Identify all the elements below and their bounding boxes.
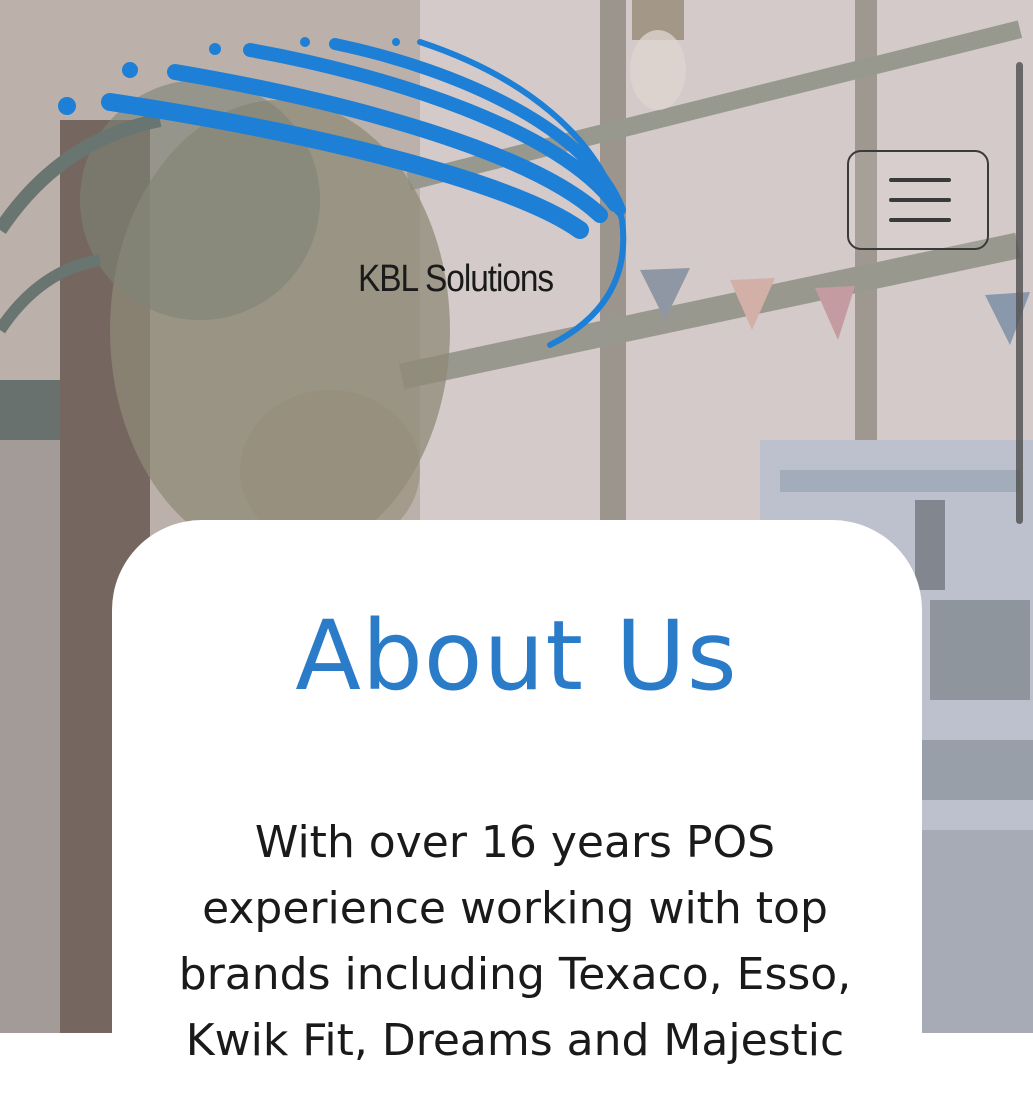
about-title: About Us xyxy=(295,600,738,712)
brand-name: KBL Solutions xyxy=(358,258,554,300)
scrollbar[interactable] xyxy=(1016,62,1023,524)
kbl-logo[interactable]: KBL Solutions xyxy=(40,20,640,360)
about-text: With over 16 years POS experience workin… xyxy=(178,817,852,1066)
logo-swoosh-icon xyxy=(58,37,627,348)
menu-button[interactable] xyxy=(847,150,989,250)
